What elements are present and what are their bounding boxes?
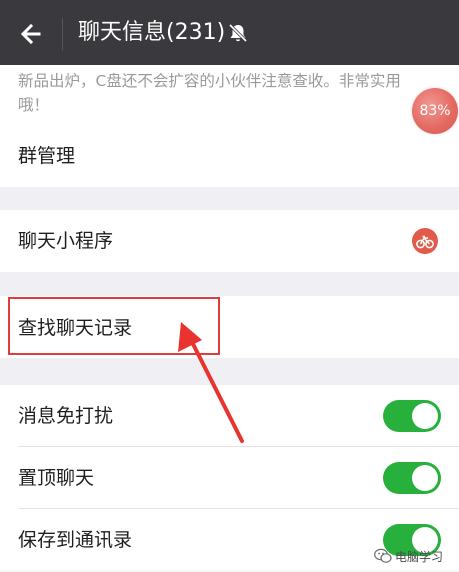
pin-chat-item: 置顶聊天 <box>0 447 459 509</box>
back-button[interactable] <box>14 16 50 52</box>
pin-chat-toggle[interactable] <box>383 462 441 494</box>
group-manage-label: 群管理 <box>18 145 76 167</box>
do-not-disturb-toggle[interactable] <box>383 400 441 432</box>
do-not-disturb-label: 消息免打扰 <box>18 405 114 427</box>
page-title: 聊天信息(231) <box>78 20 226 45</box>
save-to-contacts-label: 保存到通讯录 <box>18 529 133 551</box>
do-not-disturb-item: 消息免打扰 <box>0 385 459 447</box>
watermark: 电脑学习 <box>374 546 443 566</box>
mini-program-label: 聊天小程序 <box>18 230 114 252</box>
wechat-icon <box>374 548 392 564</box>
mini-program-bike-icon <box>412 228 438 254</box>
highlight-box <box>8 297 220 355</box>
group-manage-item[interactable]: 群管理 <box>0 125 459 187</box>
pin-chat-label: 置顶聊天 <box>18 467 95 489</box>
header-divider <box>62 18 63 50</box>
progress-badge[interactable]: 83% <box>412 88 458 134</box>
watermark-text: 电脑学习 <box>395 549 444 564</box>
group-announcement[interactable]: 新品出炉，C盘还不会扩容的小伙伴注意查收。非常实用哦！ <box>0 65 459 125</box>
mini-program-item[interactable]: 聊天小程序 <box>0 210 459 272</box>
arrow-left-icon <box>20 23 41 45</box>
toggle-knob <box>412 465 438 491</box>
bell-off-icon <box>227 22 249 44</box>
toggle-knob <box>412 403 438 429</box>
title-bar: 聊天信息(231) <box>0 0 459 65</box>
announcement-text: 新品出炉，C盘还不会扩容的小伙伴注意查收。非常实用哦！ <box>18 72 401 114</box>
